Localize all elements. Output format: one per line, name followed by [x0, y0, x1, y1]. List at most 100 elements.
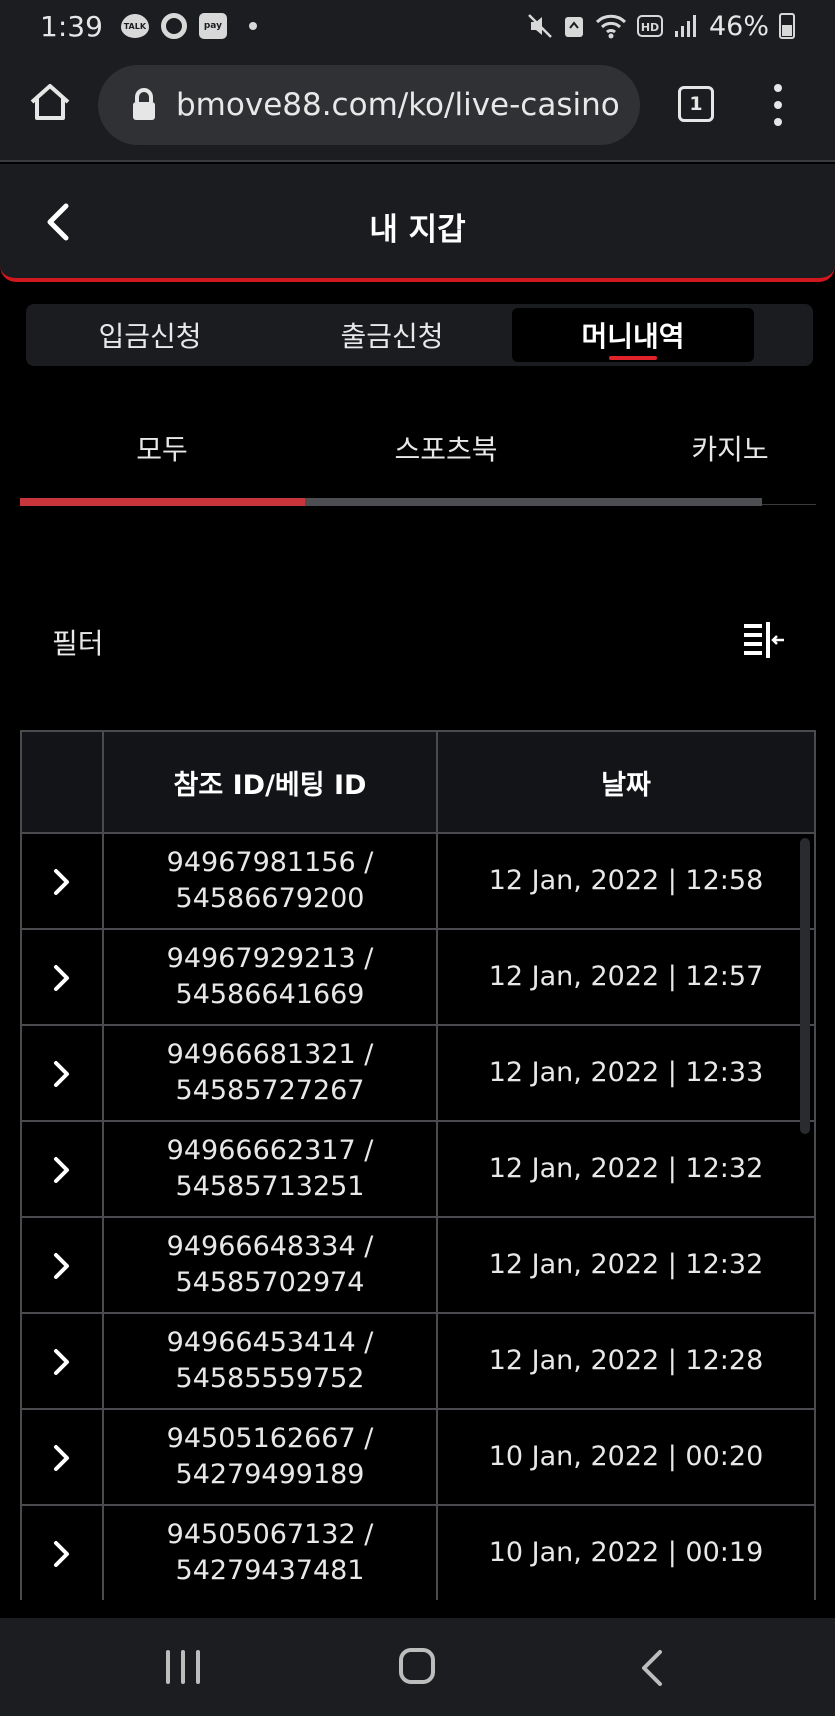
wallet-tabs: 입금신청 출금신청 머니내역 — [26, 304, 813, 366]
signal-icon — [674, 15, 696, 37]
table-row[interactable]: 94967929213 / 54586641669 12 Jan, 2022 | … — [20, 928, 816, 1026]
expand-cell[interactable] — [20, 1216, 104, 1314]
expand-cell[interactable] — [20, 928, 104, 1026]
recycle-icon — [564, 17, 583, 37]
ref-id: 94505162667 / — [166, 1423, 374, 1454]
ref-id-cell: 94966453414 / 54585559752 — [102, 1312, 438, 1410]
ref-id-cell: 94505162667 / 54279499189 — [102, 1408, 438, 1506]
bet-id: 54586679200 — [175, 883, 365, 914]
status-left: 1:39 TALK pay — [40, 10, 257, 43]
battery-percent: 46% — [708, 10, 769, 42]
bet-id: 54585713251 — [175, 1171, 365, 1202]
table-row[interactable]: 94966681321 / 54585727267 12 Jan, 2022 | … — [20, 1024, 816, 1122]
subtab-sportsbook[interactable]: 스포츠북 — [394, 428, 497, 468]
battery-icon — [779, 13, 795, 39]
date-cell: 12 Jan, 2022 | 12:32 — [436, 1120, 816, 1218]
svg-text:HD: HD — [641, 21, 659, 34]
ref-id: 94967929213 / — [166, 943, 374, 974]
expand-cell[interactable] — [20, 1504, 104, 1600]
expand-cell[interactable] — [20, 1312, 104, 1410]
ref-id: 94966681321 / — [166, 1039, 374, 1070]
bet-id: 54279437481 — [175, 1555, 365, 1586]
status-bar: 1:39 TALK pay HD 46% — [0, 0, 835, 52]
hd-icon: HD — [636, 15, 663, 37]
system-nav-bar — [0, 1618, 835, 1716]
bet-id: 54279499189 — [175, 1459, 365, 1490]
ref-id-cell: 94966662317 / 54585713251 — [102, 1120, 438, 1218]
more-menu-icon[interactable] — [770, 84, 786, 126]
chevron-right-icon[interactable] — [52, 963, 72, 993]
status-right: HD 46% — [527, 11, 795, 42]
tab-withdraw-request[interactable]: 출금신청 — [272, 308, 512, 362]
filter-label[interactable]: 필터 — [52, 622, 104, 662]
bet-id: 54585559752 — [175, 1363, 365, 1394]
kakaotalk-icon: TALK — [120, 14, 149, 38]
expand-cell[interactable] — [20, 1024, 104, 1122]
ref-id: 94966648334 / — [166, 1231, 374, 1262]
date-cell: 12 Jan, 2022 | 12:32 — [436, 1216, 816, 1314]
wifi-icon — [595, 14, 627, 39]
status-time: 1:39 — [40, 9, 103, 43]
date-cell: 12 Jan, 2022 | 12:58 — [436, 832, 816, 930]
notification-ring-icon — [160, 13, 187, 39]
table-row[interactable]: 94966453414 / 54585559752 12 Jan, 2022 | … — [20, 1312, 816, 1410]
table-row[interactable]: 94966648334 / 54585702974 12 Jan, 2022 | … — [20, 1216, 816, 1314]
subtab-active-indicator — [20, 498, 305, 506]
table-header-row: 참조 ID/베팅 ID 날짜 — [20, 730, 816, 834]
ref-id: 94966662317 / — [166, 1135, 374, 1166]
ref-id-cell: 94967929213 / 54586641669 — [102, 928, 438, 1026]
chevron-right-icon[interactable] — [52, 1155, 72, 1185]
expand-cell[interactable] — [20, 1408, 104, 1506]
table-row[interactable]: 94967981156 / 54586679200 12 Jan, 2022 | … — [20, 832, 816, 930]
url-text: bmove88.com/ko/live-casino — [176, 87, 620, 123]
expand-cell[interactable] — [20, 1120, 104, 1218]
money-history-table: 참조 ID/베팅 ID 날짜 94967981156 / 54586679200 … — [20, 730, 816, 1600]
ref-id-cell: 94966681321 / 54585727267 — [102, 1024, 438, 1122]
nav-back-icon[interactable] — [640, 1648, 664, 1688]
bet-id: 54585702974 — [175, 1267, 365, 1298]
header-expand — [20, 730, 104, 834]
expand-cell[interactable] — [20, 832, 104, 930]
chevron-right-icon[interactable] — [52, 867, 72, 897]
page-title: 내 지갑 — [369, 212, 466, 248]
table-row[interactable]: 94505162667 / 54279499189 10 Jan, 2022 | … — [20, 1408, 816, 1506]
chevron-right-icon[interactable] — [52, 1347, 72, 1377]
lock-icon — [133, 88, 155, 120]
table-scrollbar[interactable] — [800, 838, 810, 1134]
date-cell: 12 Jan, 2022 | 12:28 — [436, 1312, 816, 1410]
address-bar[interactable]: bmove88.com/ko/live-casino — [98, 65, 640, 145]
bet-id: 54586641669 — [175, 979, 365, 1010]
tab-deposit-request[interactable]: 입금신청 — [30, 308, 270, 362]
table-row[interactable]: 94505067132 / 54279437481 10 Jan, 2022 | … — [20, 1504, 816, 1600]
table-row[interactable]: 94966662317 / 54585713251 12 Jan, 2022 | … — [20, 1120, 816, 1218]
tab-money-history[interactable]: 머니내역 — [512, 308, 754, 362]
page-header: 내 지갑 — [0, 164, 835, 282]
history-table: 참조 ID/베팅 ID 날짜 94967981156 / 54586679200 … — [20, 730, 816, 1600]
chevron-right-icon[interactable] — [52, 1539, 72, 1569]
mute-icon — [528, 14, 552, 38]
tab-switcher-button[interactable]: 1 — [678, 86, 714, 122]
ref-id-cell: 94505067132 / 54279437481 — [102, 1504, 438, 1600]
chevron-right-icon[interactable] — [52, 1251, 72, 1281]
subtab-casino[interactable]: 카지노 — [691, 428, 768, 468]
subtab-all[interactable]: 모두 — [136, 428, 188, 468]
home-icon[interactable] — [28, 80, 72, 124]
ref-id: 94966453414 / — [166, 1327, 374, 1358]
more-notifications-icon — [248, 22, 257, 30]
ref-id-cell: 94967981156 / 54586679200 — [102, 832, 438, 930]
pay-icon: pay — [198, 13, 227, 39]
recent-apps-icon[interactable] — [166, 1650, 200, 1684]
bet-id: 54585727267 — [175, 1075, 365, 1106]
ref-id: 94967981156 / — [166, 847, 374, 878]
chevron-right-icon[interactable] — [52, 1443, 72, 1473]
date-cell: 12 Jan, 2022 | 12:33 — [436, 1024, 816, 1122]
browser-toolbar: bmove88.com/ko/live-casino 1 — [0, 52, 835, 162]
ref-id-cell: 94966648334 / 54585702974 — [102, 1216, 438, 1314]
chevron-right-icon[interactable] — [52, 1059, 72, 1089]
header-ref-id: 참조 ID/베팅 ID — [102, 730, 438, 834]
filter-toggle-icon[interactable] — [742, 620, 786, 660]
date-cell: 10 Jan, 2022 | 00:20 — [436, 1408, 816, 1506]
nav-home-icon[interactable] — [399, 1648, 435, 1684]
header-date: 날짜 — [436, 730, 816, 834]
ref-id: 94505067132 / — [166, 1519, 374, 1550]
